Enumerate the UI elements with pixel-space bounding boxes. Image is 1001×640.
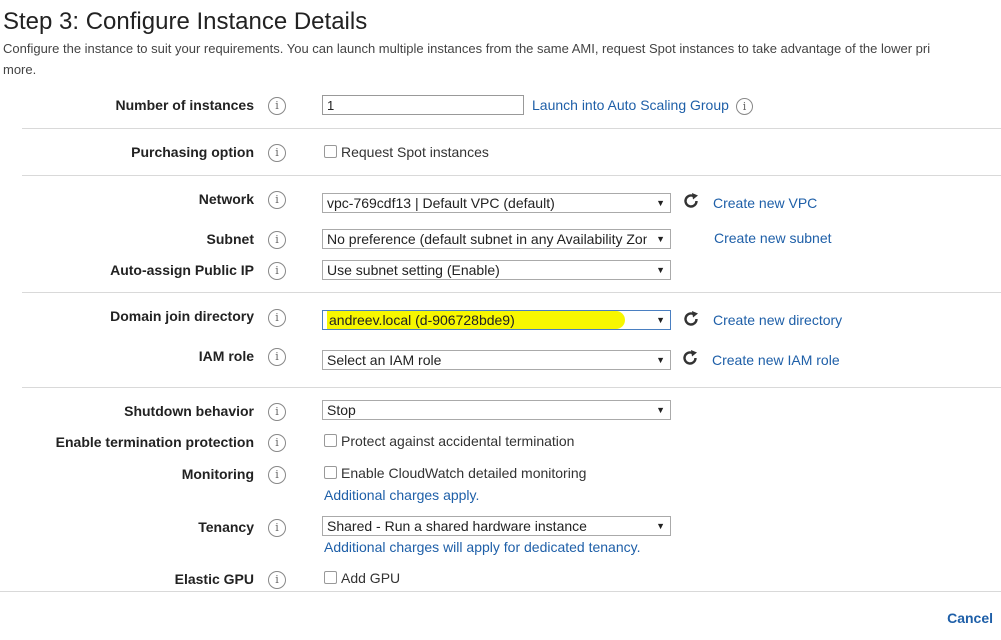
create-new-directory-link[interactable]: Create new directory: [713, 312, 842, 328]
caret-down-icon: ▼: [656, 315, 665, 325]
cloudwatch-monitoring-label: Enable CloudWatch detailed monitoring: [341, 465, 587, 481]
info-icon[interactable]: i: [268, 231, 286, 249]
iam-role-label: IAM role: [198, 348, 254, 364]
shutdown-behavior-label: Shutdown behavior: [124, 403, 254, 419]
footer-divider: [0, 591, 1001, 592]
info-icon[interactable]: i: [268, 434, 286, 452]
create-new-iam-role-link[interactable]: Create new IAM role: [712, 352, 840, 368]
divider: [22, 292, 1001, 293]
description-line-2: more.: [3, 62, 37, 77]
public-ip-select[interactable]: Use subnet setting (Enable) ▼: [322, 260, 671, 280]
public-ip-select-value: Use subnet setting (Enable): [327, 262, 500, 278]
cloudwatch-monitoring-checkbox[interactable]: [324, 466, 337, 479]
info-icon[interactable]: i: [268, 97, 286, 115]
network-select[interactable]: vpc-769cdf13 | Default VPC (default) ▼: [322, 193, 671, 213]
elastic-gpu-label: Elastic GPU: [174, 571, 254, 587]
iam-role-select-value: Select an IAM role: [327, 352, 442, 368]
description-line-1: Configure the instance to suit your requ…: [3, 41, 931, 56]
launch-auto-scaling-link[interactable]: Launch into Auto Scaling Group: [532, 97, 729, 113]
info-icon[interactable]: i: [736, 98, 753, 115]
add-gpu-checkbox[interactable]: [324, 571, 337, 584]
network-select-value: vpc-769cdf13 | Default VPC (default): [327, 195, 555, 211]
create-new-subnet-link[interactable]: Create new subnet: [714, 230, 832, 246]
iam-role-select[interactable]: Select an IAM role ▼: [322, 350, 671, 370]
divider: [22, 387, 1001, 388]
caret-down-icon: ▼: [656, 355, 665, 365]
monitoring-label: Monitoring: [181, 466, 254, 482]
network-label: Network: [198, 191, 254, 207]
shutdown-behavior-select-value: Stop: [327, 402, 356, 418]
caret-down-icon: ▼: [656, 234, 665, 244]
auto-assign-public-ip-label: Auto-assign Public IP: [110, 262, 254, 278]
cancel-button[interactable]: Cancel: [947, 610, 993, 626]
number-of-instances-label: Number of instances: [115, 97, 254, 113]
domain-join-directory-label: Domain join directory: [110, 308, 254, 324]
info-icon[interactable]: i: [268, 519, 286, 537]
number-of-instances-input[interactable]: 1: [322, 95, 524, 115]
request-spot-checkbox[interactable]: [324, 145, 337, 158]
page-description: Configure the instance to suit your requ…: [3, 38, 1001, 80]
tenancy-select[interactable]: Shared - Run a shared hardware instance …: [322, 516, 671, 536]
page-title: Step 3: Configure Instance Details: [3, 8, 368, 35]
subnet-select-value: No preference (default subnet in any Ava…: [327, 231, 647, 247]
info-icon[interactable]: i: [268, 403, 286, 421]
caret-down-icon: ▼: [656, 265, 665, 275]
caret-down-icon: ▼: [656, 405, 665, 415]
termination-protection-checkbox-label: Protect against accidental termination: [341, 433, 575, 449]
domain-join-select-value: andreev.local (d-906728bde9): [327, 311, 625, 329]
info-icon[interactable]: i: [268, 309, 286, 327]
add-gpu-label: Add GPU: [341, 570, 401, 586]
domain-join-select[interactable]: andreev.local (d-906728bde9) ▼: [322, 310, 671, 330]
monitoring-charges-note[interactable]: Additional charges apply.: [324, 487, 479, 503]
termination-protection-label: Enable termination protection: [55, 434, 254, 450]
info-icon[interactable]: i: [268, 466, 286, 484]
create-new-vpc-link[interactable]: Create new VPC: [713, 195, 817, 211]
refresh-icon[interactable]: [681, 349, 699, 367]
info-icon[interactable]: i: [268, 262, 286, 280]
refresh-icon[interactable]: [682, 310, 700, 328]
info-icon[interactable]: i: [268, 348, 286, 366]
divider: [22, 128, 1001, 129]
purchasing-option-label: Purchasing option: [131, 144, 254, 160]
caret-down-icon: ▼: [656, 521, 665, 531]
info-icon[interactable]: i: [268, 144, 286, 162]
info-icon[interactable]: i: [268, 191, 286, 209]
caret-down-icon: ▼: [656, 198, 665, 208]
subnet-label: Subnet: [206, 231, 254, 247]
request-spot-label: Request Spot instances: [341, 144, 489, 160]
subnet-select[interactable]: No preference (default subnet in any Ava…: [322, 229, 671, 249]
refresh-icon[interactable]: [682, 192, 700, 210]
tenancy-charges-note[interactable]: Additional charges will apply for dedica…: [324, 539, 640, 555]
termination-protection-checkbox[interactable]: [324, 434, 337, 447]
shutdown-behavior-select[interactable]: Stop ▼: [322, 400, 671, 420]
info-icon[interactable]: i: [268, 571, 286, 589]
tenancy-select-value: Shared - Run a shared hardware instance: [327, 518, 587, 534]
divider: [22, 175, 1001, 176]
tenancy-label: Tenancy: [198, 519, 254, 535]
